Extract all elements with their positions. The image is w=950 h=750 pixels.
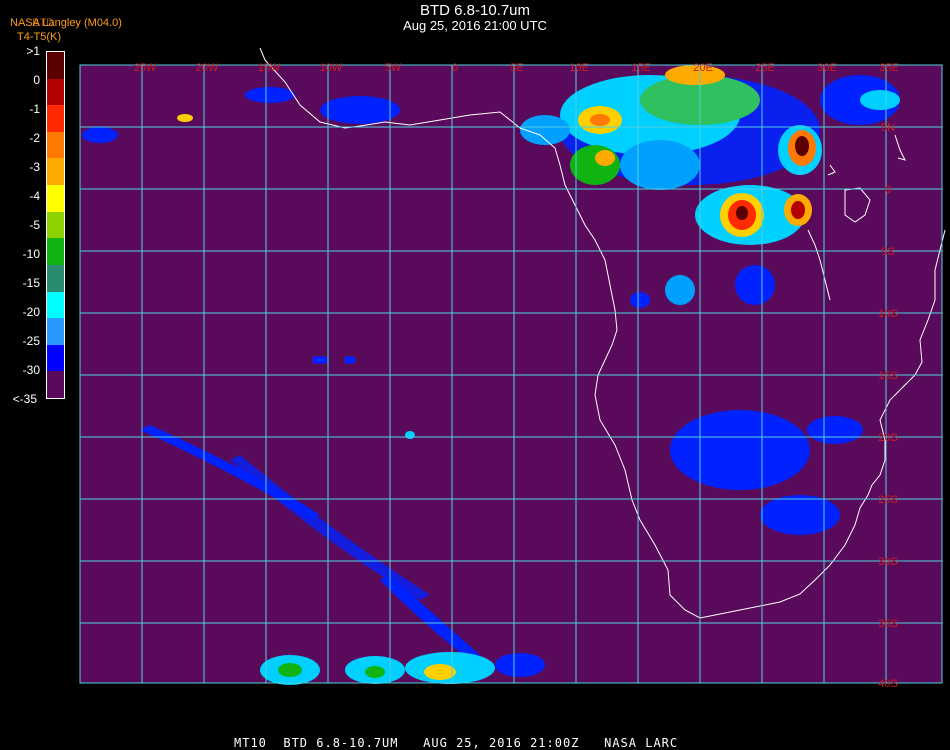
longitude-label: 0 [452, 62, 458, 74]
legend-label: >1 [26, 44, 40, 58]
latitude-label: 40S [878, 678, 898, 690]
legend-swatch [47, 52, 64, 80]
latitude-label: 15S [878, 370, 898, 382]
legend-label: -20 [22, 305, 40, 319]
legend-label: -10 [22, 247, 40, 261]
latitude-label: 5N [881, 122, 895, 134]
legend-label: -25 [22, 334, 40, 348]
chart-title: BTD 6.8-10.7um [419, 2, 531, 19]
legend-swatch [47, 344, 64, 372]
legend-swatch [47, 185, 64, 213]
legend-swatch [47, 78, 64, 106]
latitude-label: 25S [878, 494, 898, 506]
longitude-label: 15E [631, 62, 651, 74]
longitude-label: 10W [320, 62, 343, 74]
longitude-label: 25E [755, 62, 775, 74]
latitude-label: 0 [885, 184, 891, 196]
legend-label: -3 [29, 160, 40, 174]
latitude-label: 30S [878, 556, 898, 568]
legend-swatch [47, 211, 64, 239]
latitude-label: 35S [878, 618, 898, 630]
legend-label: -15 [22, 276, 40, 290]
legend-swatch [47, 131, 64, 159]
legend-label: -1 [29, 102, 40, 116]
legend-label: -30 [22, 363, 40, 377]
longitude-label: 5E [510, 62, 523, 74]
legend-swatch [47, 105, 64, 133]
longitude-label: 35E [879, 62, 899, 74]
latitude-label: 20S [878, 432, 898, 444]
longitude-label: 20E [693, 62, 713, 74]
legend-label: <-35 [12, 392, 37, 406]
longitude-label: 15W [258, 62, 281, 74]
satellite-map: 25W 20W 15W 10W 5W 0 5E 10E 15E 20E 25E 30E 35E 5N 0 5… [79, 47, 946, 690]
legend-label: 0 [33, 73, 40, 87]
overlap-label: BTD [32, 17, 54, 29]
legend-swatch [47, 238, 64, 266]
longitude-label: 30E [817, 62, 837, 74]
legend-label: -5 [29, 218, 40, 232]
latitude-label: 5S [881, 246, 894, 258]
longitude-label: 5W [385, 62, 402, 74]
longitude-label: 20W [196, 62, 219, 74]
units-label: T4-T5(K) [17, 31, 61, 43]
legend-swatch [47, 318, 64, 346]
legend-swatch [47, 371, 64, 399]
longitude-label: 10E [569, 62, 589, 74]
legend-swatch [47, 264, 64, 293]
color-legend [46, 51, 65, 399]
longitude-label: 25W [134, 62, 157, 74]
legend-label: -4 [29, 189, 40, 203]
datetime-label: Aug 25, 2016 21:00 UTC [403, 18, 547, 33]
credit-label: NASA Langley (M04.0) [10, 17, 122, 29]
footer-caption: MT10 BTD 6.8-10.7UM AUG 25, 2016 21:00Z … [234, 736, 679, 750]
latitude-label: 10S [878, 308, 898, 320]
legend-swatch [47, 291, 64, 319]
legend-swatch [47, 158, 64, 186]
legend-label: -2 [29, 131, 40, 145]
